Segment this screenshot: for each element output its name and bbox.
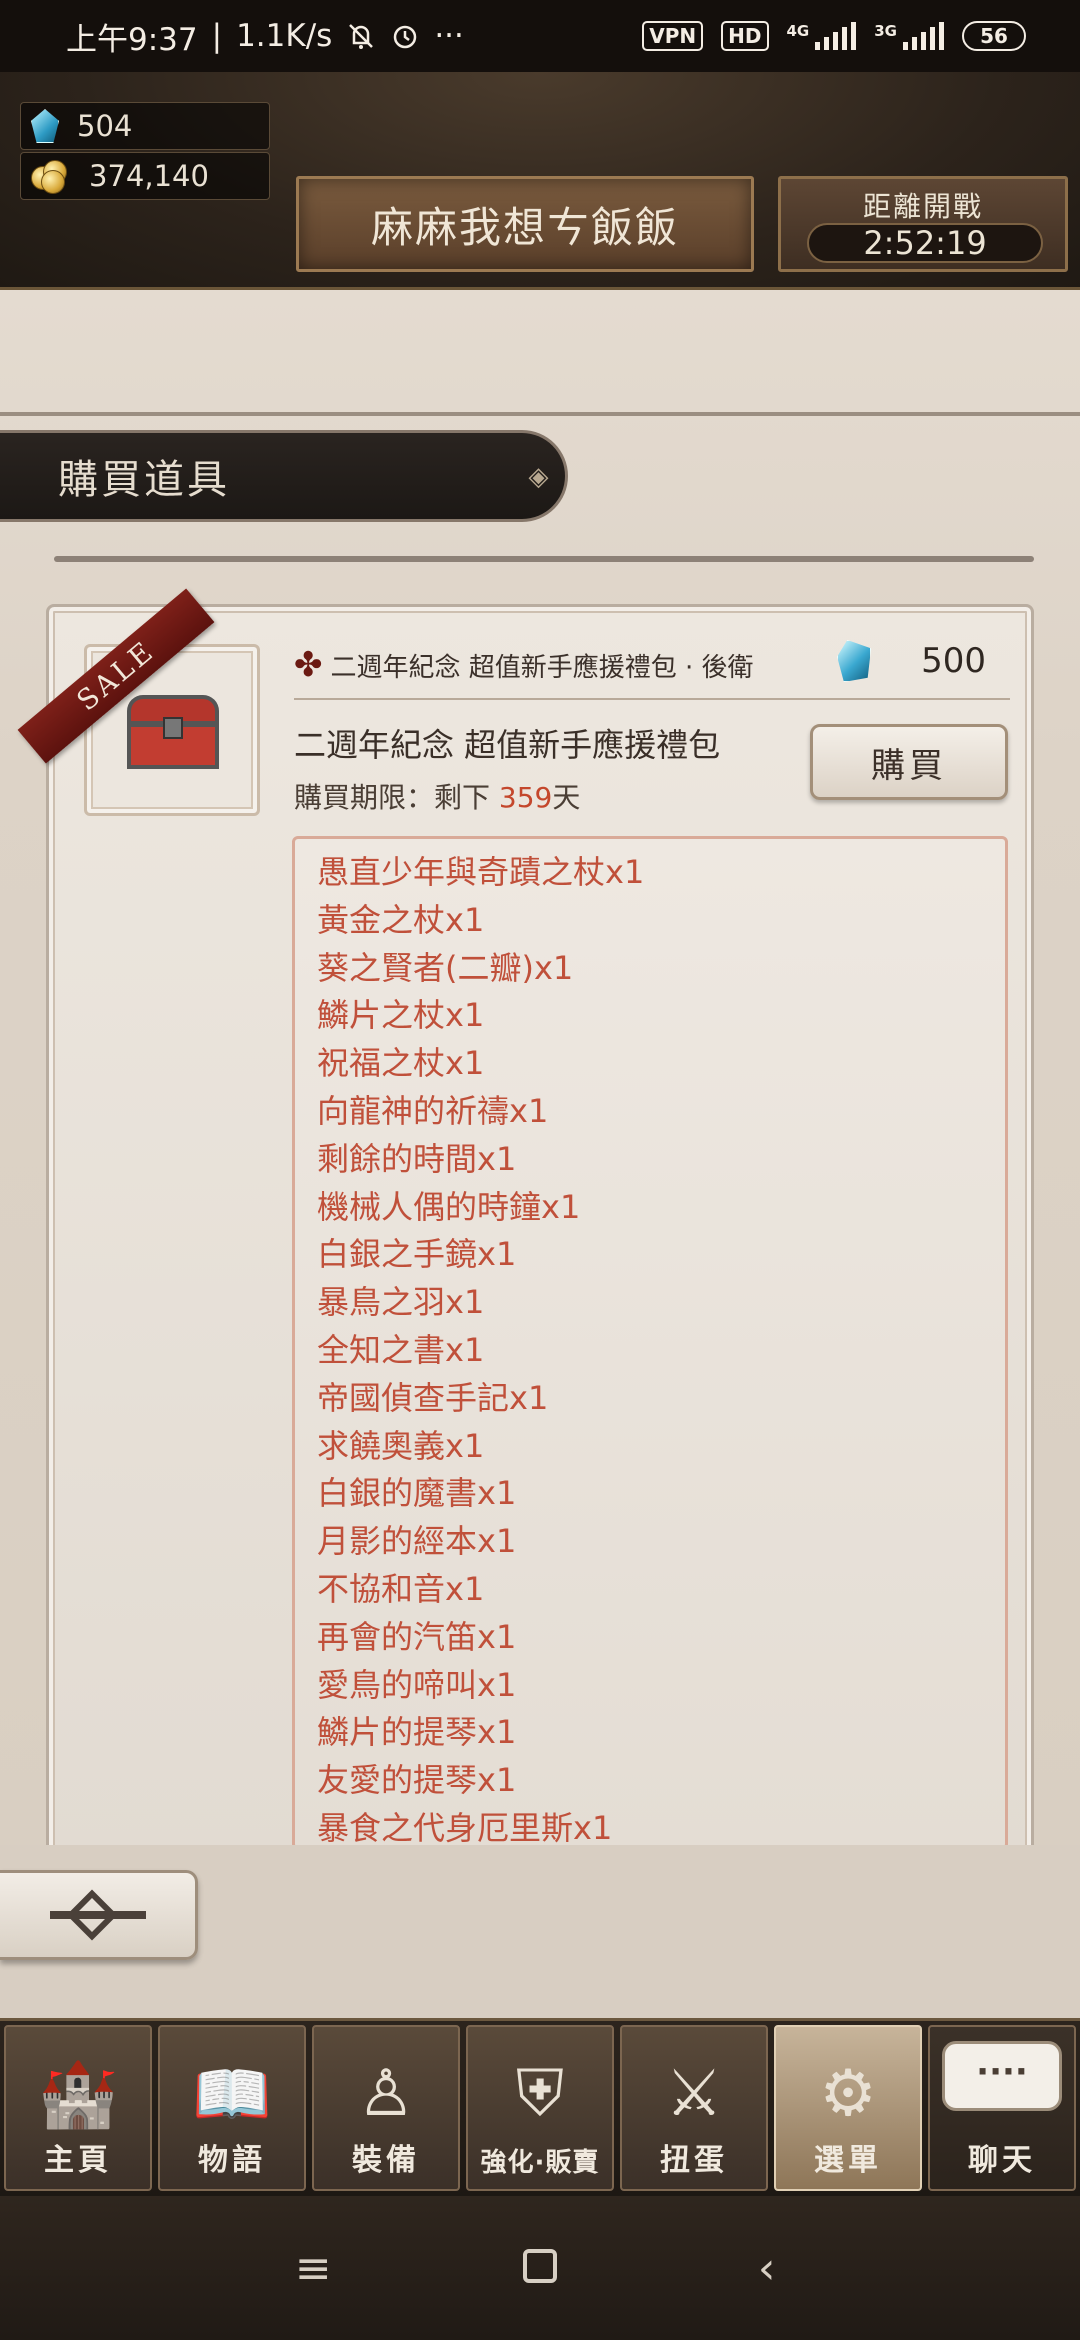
list-item: 愚直少年與奇蹟之杖x1: [317, 853, 645, 891]
timer-label: 距離開戰: [862, 190, 983, 223]
gears-icon: ⚙: [819, 2057, 877, 2131]
package-title: 二週年紀念 超值新手應援禮包: [294, 726, 721, 764]
battery-icon: 56: [962, 21, 1026, 51]
package-header-name: 二週年紀念 超值新手應援禮包 · 後衛: [330, 652, 754, 683]
nav-story[interactable]: 📖 物語: [158, 2025, 306, 2191]
divider: [0, 412, 1080, 416]
list-item: 愛鳥的啼叫x1: [317, 1665, 517, 1704]
list-item: 求饒奧義x1: [317, 1426, 485, 1465]
list-item: 不協和音x1: [317, 1569, 485, 1608]
player-name-plate[interactable]: 麻麻我想ㄘ飯飯: [296, 176, 754, 272]
nav-chat[interactable]: ···· 聊天: [928, 2025, 1076, 2191]
list-item: 黃金之杖x1: [317, 900, 485, 939]
list-item: 鱗片的提琴x1: [317, 1713, 517, 1752]
recents-menu-icon[interactable]: ≡: [283, 2243, 343, 2294]
divider: [294, 698, 1010, 700]
puppet-icon: ♙: [357, 2057, 415, 2131]
home-square-icon[interactable]: [510, 2243, 570, 2294]
contents-list: 愚直少年與奇蹟之杖x1 黃金之杖x1 葵之賢者(二瓣)x1 鱗片之杖x1 祝福之杖x1 向…: [295, 839, 1005, 1847]
section-title: 購買道具: [58, 457, 230, 503]
package-price: 500: [837, 640, 986, 682]
nav-home[interactable]: 🏰 主頁: [4, 2025, 152, 2191]
more-dots-icon: ···: [434, 18, 464, 54]
mute-bell-icon: [346, 21, 376, 51]
divider: [54, 556, 1034, 562]
package-header: ✤ 二週年紀念 超值新手應援禮包 · 後衛 500: [294, 640, 1014, 690]
shield-icon: ⛨: [516, 2057, 564, 2131]
bottom-nav: 🏰 主頁 📖 物語 ♙ 裝備 ⛨ 強化·販賣 ⚔ 扭蛋 ⚙ 選單 ···· 聊天: [0, 2018, 1080, 2196]
list-item: 白銀的魔書x1: [317, 1474, 517, 1513]
list-item: 機械人偶的時鐘x1: [317, 1187, 581, 1226]
list-item: 暴食之代身厄里斯x1: [317, 1808, 613, 1847]
status-divider: |: [211, 18, 223, 54]
coin-icon: [31, 158, 71, 194]
list-item: 月影的經本x1: [317, 1522, 517, 1561]
signal-4g-icon: 4G: [787, 22, 857, 50]
price-value: 500: [921, 641, 986, 681]
back-button[interactable]: [0, 1870, 198, 1960]
list-item: 再會的汽笛x1: [317, 1617, 517, 1656]
gold-count: 374,140: [89, 159, 209, 193]
player-name: 麻麻我想ㄘ飯飯: [370, 202, 679, 252]
hd-badge: HD: [721, 21, 769, 51]
gem-count: 504: [77, 109, 133, 143]
battle-timer: 距離開戰 2:52:19: [778, 176, 1068, 272]
list-item: 友愛的提琴x1: [317, 1761, 517, 1800]
buy-button-label: 購買: [871, 745, 947, 786]
gem-icon: [31, 109, 59, 143]
nav-enhance[interactable]: ⛨ 強化·販賣: [466, 2025, 614, 2191]
list-item: 帝國偵查手記x1: [317, 1378, 549, 1417]
system-nav-bar: ≡ ‹: [0, 2196, 1080, 2340]
list-item: 剩餘的時間x1: [317, 1139, 517, 1178]
package-contents-list[interactable]: 愚直少年與奇蹟之杖x1 黃金之杖x1 葵之賢者(二瓣)x1 鱗片之杖x1 祝福之杖x1 向…: [292, 836, 1008, 1850]
status-speed: 1.1K/s: [236, 18, 333, 54]
crossed-swords-icon: ⚔: [665, 2057, 723, 2131]
buy-button[interactable]: 購買: [810, 724, 1008, 800]
purchase-deadline: 購買期限：剩下 359天: [294, 781, 581, 814]
nav-equip[interactable]: ♙ 裝備: [312, 2025, 460, 2191]
section-title-bar: 購買道具 ◈: [0, 430, 568, 522]
back-arrow-icon: [49, 1889, 146, 1941]
status-bar: 上午9:37 | 1.1K/s ··· VPN HD 4G 3G 56: [0, 0, 1080, 72]
sale-badge: SALE: [17, 588, 260, 764]
chat-bubble-icon: ····: [942, 2041, 1062, 2111]
days-remaining: 359: [498, 781, 553, 814]
cross-ornament-icon: ✤: [294, 645, 323, 685]
gold-counter: 374,140: [20, 152, 270, 200]
alarm-icon: [390, 21, 420, 51]
gem-icon: [837, 640, 872, 682]
book-icon: 📖: [192, 2057, 272, 2132]
timer-value: 2:52:19: [807, 223, 1043, 263]
diamond-ornament-icon: ◈: [528, 462, 552, 492]
status-time: 上午9:37: [66, 21, 198, 58]
list-item: 向龍神的祈禱x1: [317, 1091, 549, 1130]
gem-counter: 504: [20, 102, 270, 150]
list-item: 祝福之杖x1: [317, 1044, 485, 1083]
list-item: 暴鳥之羽x1: [317, 1283, 485, 1322]
list-item: 全知之書x1: [317, 1330, 485, 1369]
list-item: 白銀之手鏡x1: [317, 1235, 517, 1274]
castle-icon: 🏰: [38, 2057, 118, 2132]
sale-ribbon: SALE: [17, 588, 215, 764]
list-item: 鱗片之杖x1: [317, 996, 485, 1035]
nav-menu[interactable]: ⚙ 選單: [774, 2025, 922, 2191]
list-item: 葵之賢者(二瓣)x1: [317, 948, 574, 987]
back-chevron-icon[interactable]: ‹: [737, 2243, 797, 2294]
signal-3g-icon: 3G: [874, 22, 944, 50]
vpn-badge: VPN: [642, 21, 704, 51]
nav-gacha[interactable]: ⚔ 扭蛋: [620, 2025, 768, 2191]
